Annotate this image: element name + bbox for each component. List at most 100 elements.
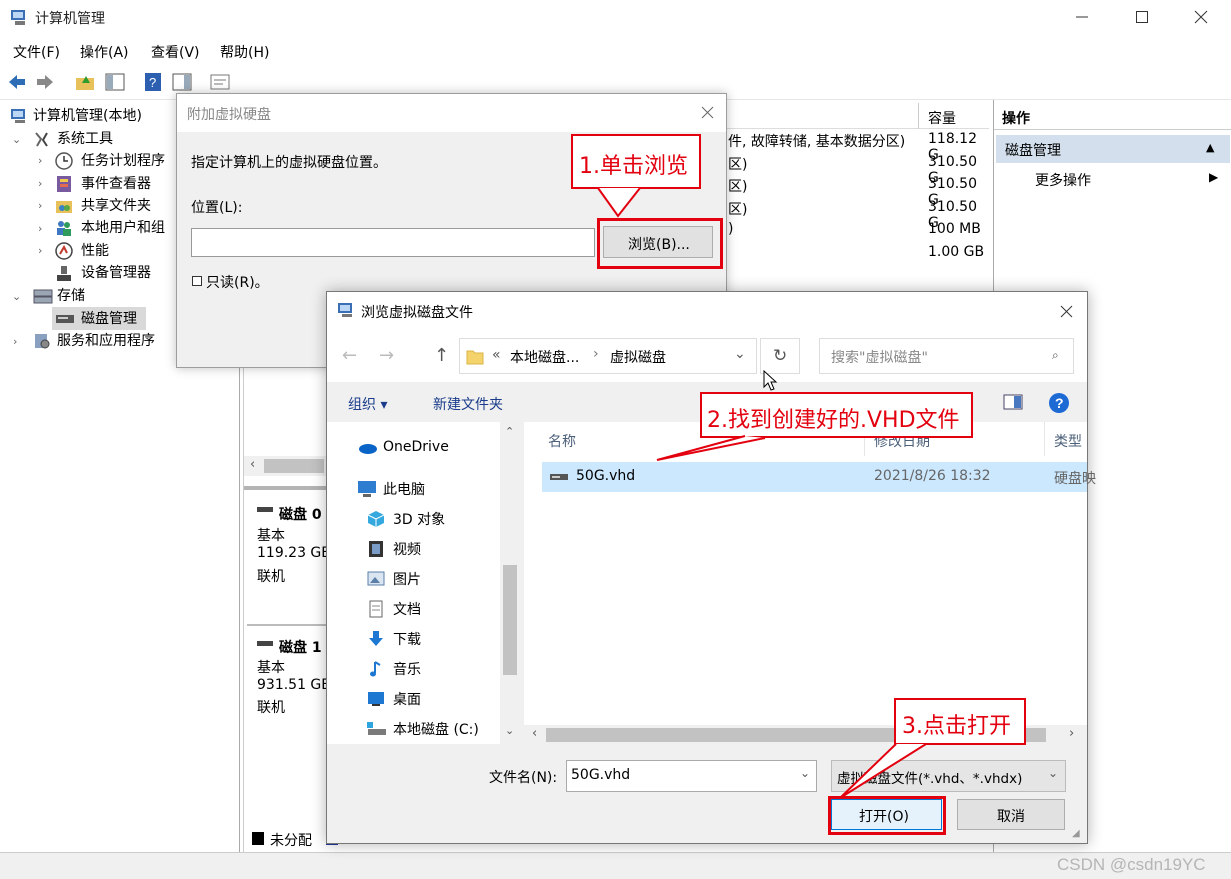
nav-item-label: 视频: [393, 542, 421, 558]
menu-file[interactable]: 文件(F): [13, 42, 60, 62]
preview-pane-icon[interactable]: [1003, 394, 1023, 410]
column-type[interactable]: 类型: [1054, 431, 1082, 451]
picture-icon: [367, 571, 385, 587]
maximize-icon[interactable]: [1135, 10, 1149, 24]
forward-icon[interactable]: [33, 70, 57, 94]
forward-arrow-icon[interactable]: →: [379, 345, 394, 366]
tree-root[interactable]: 计算机管理(本地): [10, 105, 142, 127]
nav-item-3d-objects[interactable]: 3D 对象: [365, 507, 515, 531]
capacity-header[interactable]: 容量: [928, 108, 956, 128]
help-icon[interactable]: ?: [141, 70, 165, 94]
close-icon[interactable]: [1060, 305, 1073, 318]
annotation-step-1: 1.单击浏览: [571, 134, 701, 189]
computer-icon: [357, 480, 377, 498]
scroll-left-icon[interactable]: ‹: [532, 726, 537, 741]
nav-item-music[interactable]: 音乐: [365, 657, 515, 681]
menu-help[interactable]: 帮助(H): [220, 42, 269, 62]
close-icon[interactable]: [701, 106, 714, 119]
back-arrow-icon[interactable]: ←: [342, 345, 357, 366]
scrollbar-thumb[interactable]: [264, 459, 324, 473]
expand-arrow-icon[interactable]: ⌄: [12, 290, 21, 303]
cancel-button[interactable]: 取消: [957, 799, 1065, 830]
menu-bar: 文件(F) 操作(A) 查看(V) 帮助(H): [0, 36, 1231, 64]
expand-arrow-icon[interactable]: ›: [38, 177, 42, 190]
help-icon[interactable]: ?: [1048, 392, 1070, 414]
file-row-selected[interactable]: 50G.vhd 2021/8/26 18:32 硬盘映: [542, 462, 1096, 492]
tree-item-local-users[interactable]: 本地用户和组: [55, 217, 165, 239]
chevron-down-icon[interactable]: ⌄: [734, 346, 746, 362]
download-icon: [367, 630, 385, 648]
expand-arrow-icon[interactable]: ›: [38, 199, 42, 212]
path-segment-local-disk[interactable]: 本地磁盘...: [510, 347, 579, 367]
dialog-title-bar: 附加虚拟硬盘: [177, 94, 726, 132]
disk-icon: [257, 506, 273, 514]
tree-item-shared-folders[interactable]: 共享文件夹: [55, 195, 151, 217]
path-overflow[interactable]: «: [492, 347, 501, 363]
actions-section[interactable]: 磁盘管理 ▲: [996, 135, 1230, 163]
up-folder-icon[interactable]: [73, 70, 97, 94]
scroll-left-icon[interactable]: ‹: [250, 457, 255, 472]
tree-storage[interactable]: 存储: [33, 285, 85, 307]
tree-services[interactable]: 服务和应用程序: [33, 330, 155, 352]
organize-menu[interactable]: 组织 ▾: [348, 394, 387, 414]
tree-item-device-manager[interactable]: 设备管理器: [55, 262, 151, 284]
scroll-down-icon[interactable]: ⌄: [505, 724, 514, 737]
minimize-icon[interactable]: [1075, 10, 1089, 24]
tree-disk-management-selected[interactable]: 磁盘管理: [52, 307, 146, 330]
nav-item-downloads[interactable]: 下载: [365, 627, 515, 651]
address-bar[interactable]: « 本地磁盘... › 虚拟磁盘 ⌄: [459, 338, 757, 374]
nav-item-this-pc[interactable]: 此电脑: [355, 477, 515, 501]
menu-action[interactable]: 操作(A): [80, 42, 129, 62]
tree-item-event-viewer[interactable]: 事件查看器: [55, 173, 151, 195]
expand-arrow-icon[interactable]: ›: [13, 335, 17, 348]
more-actions-item[interactable]: 更多操作 ▶: [996, 167, 1230, 191]
menu-view[interactable]: 查看(V): [151, 42, 200, 62]
column-name[interactable]: 名称: [548, 431, 576, 451]
nav-item-onedrive[interactable]: OneDrive: [355, 437, 515, 461]
tree-item-label: 共享文件夹: [81, 198, 151, 214]
nav-item-pictures[interactable]: 图片: [365, 567, 515, 591]
scroll-up-icon[interactable]: ⌃: [505, 425, 514, 438]
location-input[interactable]: [191, 228, 595, 257]
search-box[interactable]: 搜索"虚拟磁盘" ⌕: [819, 338, 1074, 374]
nav-scrollbar[interactable]: ⌃ ⌄: [500, 422, 520, 744]
disk-1-card[interactable]: 磁盘 1 基本 931.51 GB 联机: [247, 626, 337, 756]
close-icon[interactable]: [1194, 10, 1208, 24]
scroll-right-icon[interactable]: ›: [1069, 726, 1074, 741]
folder-icon: [466, 348, 484, 366]
scrollbar-thumb[interactable]: [503, 565, 517, 675]
filename-label: 文件名(N):: [489, 770, 558, 786]
dialog-title-bar: 浏览虚拟磁盘文件: [327, 292, 1087, 330]
up-arrow-icon[interactable]: ↑: [434, 345, 449, 366]
nav-item-documents[interactable]: 文档: [365, 597, 515, 621]
properties-icon[interactable]: [208, 70, 232, 94]
tree-item-performance[interactable]: 性能: [55, 240, 109, 262]
nav-item-label: 本地磁盘 (C:): [393, 722, 479, 738]
expand-arrow-icon[interactable]: ›: [38, 244, 42, 257]
disk-type: 基本: [257, 660, 285, 676]
chevron-down-icon[interactable]: ⌄: [800, 766, 810, 780]
expand-arrow-icon[interactable]: ⌄: [12, 133, 21, 146]
refresh-button[interactable]: ↻: [760, 338, 800, 374]
annotation-step-3-label: 3.点击打开: [902, 714, 1011, 739]
tree-item-task-scheduler[interactable]: 任务计划程序: [55, 150, 165, 172]
new-folder-button[interactable]: 新建文件夹: [433, 394, 503, 414]
path-segment-virtual-disk[interactable]: 虚拟磁盘: [610, 347, 666, 367]
nav-item-desktop[interactable]: 桌面: [365, 687, 515, 711]
tree-system-tools[interactable]: 系统工具: [33, 128, 113, 150]
show-hide-tree-icon[interactable]: [103, 70, 127, 94]
filename-combobox[interactable]: 50G.vhd ⌄: [566, 760, 817, 792]
expand-arrow-icon[interactable]: ›: [38, 154, 42, 167]
readonly-checkbox[interactable]: [192, 276, 202, 286]
resize-grip-icon[interactable]: ◢: [1072, 828, 1080, 839]
show-action-pane-icon[interactable]: [170, 70, 194, 94]
collapse-up-icon[interactable]: ▲: [1206, 141, 1214, 154]
nav-item-videos[interactable]: 视频: [365, 537, 515, 561]
back-icon[interactable]: [5, 70, 29, 94]
location-label: 位置(L):: [191, 200, 243, 216]
nav-item-local-disk-c[interactable]: 本地磁盘 (C:): [365, 717, 515, 741]
disk-0-card[interactable]: 磁盘 0 基本 119.23 GB 联机: [247, 492, 337, 622]
expand-arrow-icon[interactable]: ›: [38, 222, 42, 235]
column-divider: [918, 103, 919, 129]
chevron-down-icon[interactable]: ⌄: [1048, 766, 1058, 780]
